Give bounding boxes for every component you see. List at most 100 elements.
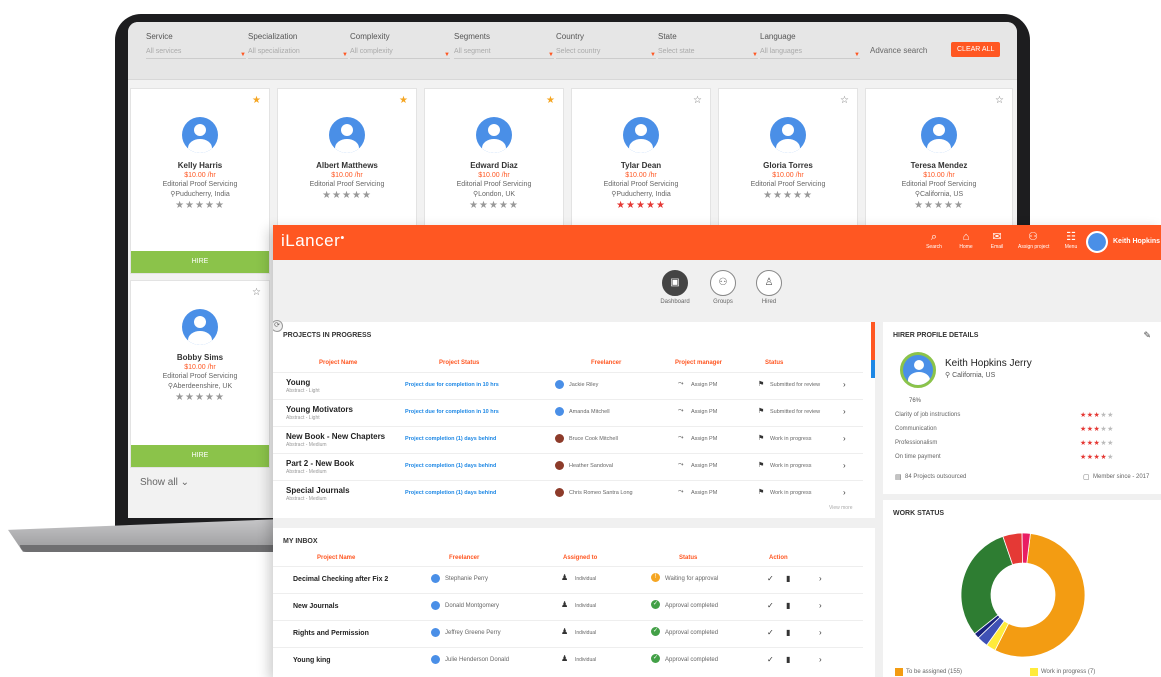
freelancer-card[interactable]: ★ Albert Matthews $10.00 /hr Editorial P…: [277, 88, 417, 228]
favorite-star-outline-icon[interactable]: ☆: [693, 95, 702, 106]
inbox-project-name[interactable]: Rights and Permission: [293, 630, 369, 637]
filter-segments[interactable]: Segments All segment ▼: [454, 32, 554, 59]
freelancer-card[interactable]: ☆ Tylar Dean $10.00 /hr Editorial Proof …: [571, 88, 711, 228]
hire-button[interactable]: HIRE: [131, 445, 269, 467]
inbox-project-name[interactable]: New Journals: [293, 603, 339, 610]
project-manager[interactable]: Assign PM: [691, 382, 717, 388]
project-manager[interactable]: Assign PM: [691, 409, 717, 415]
column-header[interactable]: Freelancer: [591, 360, 621, 366]
list-item[interactable]: Decimal Checking after Fix 2 Stephanie P…: [273, 566, 863, 592]
freelancer-card[interactable]: ☆ Gloria Torres $10.00 /hr Editorial Pro…: [718, 88, 858, 228]
project-name[interactable]: Special Journals: [286, 486, 350, 495]
freelancer-name[interactable]: Julie Henderson Donald: [445, 657, 509, 663]
filter-language[interactable]: Language All languages ▼: [760, 32, 860, 59]
edit-icon[interactable]: ✓: [767, 655, 774, 664]
freelancer-card[interactable]: ★ Kelly Harris $10.00 /hr Editorial Proo…: [130, 88, 270, 274]
table-row[interactable]: New Book - New Chapters Abstract - Mediu…: [273, 426, 863, 452]
column-header[interactable]: Status: [765, 360, 783, 366]
trash-icon[interactable]: ▮: [786, 655, 790, 664]
favorite-star-outline-icon[interactable]: ☆: [840, 95, 849, 106]
freelancer-name[interactable]: Stephanie Perry: [445, 576, 488, 582]
advance-search-link[interactable]: Advance search: [870, 46, 927, 55]
chevron-right-icon[interactable]: ›: [819, 601, 822, 610]
freelancer-name[interactable]: Donald Montgomery: [445, 603, 499, 609]
table-row[interactable]: Young Abstract - Light Project due for c…: [273, 372, 863, 398]
trash-icon[interactable]: ▮: [786, 601, 790, 610]
project-manager[interactable]: Assign PM: [691, 490, 717, 496]
project-name[interactable]: Young: [286, 378, 310, 387]
nav-menu[interactable]: ☷ Menu: [1056, 230, 1086, 250]
freelancer-name[interactable]: Chris Romeo Santra Long: [569, 490, 633, 496]
favorite-star-icon[interactable]: ★: [399, 95, 408, 106]
clear-all-button[interactable]: CLEAR ALL: [951, 42, 1001, 57]
column-header[interactable]: Project Name: [319, 360, 357, 366]
chevron-right-icon[interactable]: ›: [819, 655, 822, 664]
freelancer-name[interactable]: Amanda Mitchell: [569, 409, 610, 415]
nav-home[interactable]: ⌂ Home: [951, 230, 981, 250]
collapse-icon[interactable]: ⟳: [273, 320, 283, 332]
freelancer-card[interactable]: ☆ Teresa Mendez $10.00 /hr Editorial Pro…: [865, 88, 1013, 228]
column-header[interactable]: Freelancer: [449, 555, 479, 561]
project-manager[interactable]: Assign PM: [691, 436, 717, 442]
edit-icon[interactable]: ✓: [767, 574, 774, 583]
nav-email[interactable]: ✉ Email: [982, 230, 1012, 250]
subnav-hired[interactable]: ♙ Hired: [749, 270, 789, 305]
trash-icon[interactable]: ▮: [786, 574, 790, 583]
project-manager[interactable]: Assign PM: [691, 463, 717, 469]
chevron-right-icon[interactable]: ›: [843, 434, 846, 443]
inbox-project-name[interactable]: Decimal Checking after Fix 2: [293, 576, 388, 583]
freelancer-card[interactable]: ☆ Bobby Sims $10.00 /hr Editorial Proof …: [130, 280, 270, 468]
table-row[interactable]: Part 2 - New Book Abstract - Medium Proj…: [273, 453, 863, 479]
chevron-right-icon[interactable]: ›: [819, 628, 822, 637]
nav-assign-project[interactable]: ⚇ Assign project: [1018, 230, 1049, 250]
filter-specialization[interactable]: Specialization All specialization ▼: [248, 32, 348, 59]
chevron-right-icon[interactable]: ›: [843, 380, 846, 389]
donut-slice-4[interactable]: [960, 535, 1014, 635]
user-name[interactable]: Keith Hopkins: [1113, 238, 1160, 245]
chevron-right-icon[interactable]: ›: [843, 461, 846, 470]
table-row[interactable]: Special Journals Abstract - Medium Proje…: [273, 480, 863, 506]
inbox-project-name[interactable]: Young king: [293, 657, 331, 664]
column-header[interactable]: Project manager: [675, 360, 722, 366]
hire-button[interactable]: HIRE: [131, 251, 269, 273]
favorite-star-icon[interactable]: ★: [546, 95, 555, 106]
project-name[interactable]: Young Motivators: [286, 405, 353, 414]
subnav-groups[interactable]: ⚇ Groups: [703, 270, 743, 305]
column-header[interactable]: Action: [769, 555, 788, 561]
trash-icon[interactable]: ▮: [786, 628, 790, 637]
chevron-right-icon[interactable]: ›: [819, 574, 822, 583]
brand-logo[interactable]: iLancer●: [281, 231, 345, 251]
column-header[interactable]: Project Status: [439, 360, 479, 366]
project-name[interactable]: Part 2 - New Book: [286, 459, 354, 468]
list-item[interactable]: Rights and Permission Jeffrey Greene Per…: [273, 620, 863, 646]
list-item[interactable]: Young king Julie Henderson Donald ♟ Indi…: [273, 647, 863, 673]
table-row[interactable]: Young Motivators Abstract - Light Projec…: [273, 399, 863, 425]
favorite-star-outline-icon[interactable]: ☆: [995, 95, 1004, 106]
freelancer-name[interactable]: Heather Sandoval: [569, 463, 613, 469]
edit-icon[interactable]: ✓: [767, 601, 774, 610]
chevron-right-icon[interactable]: ›: [843, 407, 846, 416]
favorite-star-outline-icon[interactable]: ☆: [252, 287, 261, 298]
column-header[interactable]: Project Name: [317, 555, 355, 561]
column-header[interactable]: Assigned to: [563, 555, 597, 561]
filter-state[interactable]: State Select state ▼: [658, 32, 758, 59]
freelancer-name[interactable]: Jackie Riley: [569, 382, 598, 388]
nav-search[interactable]: ⌕ Search: [919, 230, 949, 250]
freelancer-name[interactable]: Bruce Cook Mitchell: [569, 436, 618, 442]
freelancer-card[interactable]: ★ Edward Diaz $10.00 /hr Editorial Proof…: [424, 88, 564, 228]
list-item[interactable]: New Journals Donald Montgomery ♟ Individ…: [273, 593, 863, 619]
freelancer-name[interactable]: Jeffrey Greene Perry: [445, 630, 501, 636]
show-all-dropdown[interactable]: Show all ⌄: [140, 477, 189, 488]
filter-country[interactable]: Country Select country ▼: [556, 32, 656, 59]
project-name[interactable]: New Book - New Chapters: [286, 432, 385, 441]
subnav-dashboard[interactable]: ▣ Dashboard: [655, 270, 695, 305]
filter-service[interactable]: Service All services ▼: [146, 32, 246, 59]
favorite-star-icon[interactable]: ★: [252, 95, 261, 106]
column-header[interactable]: Status: [679, 555, 697, 561]
view-more-link[interactable]: View more: [829, 505, 853, 511]
user-avatar[interactable]: [1086, 231, 1108, 253]
edit-pencil-icon[interactable]: ✎: [1143, 330, 1151, 341]
filter-complexity[interactable]: Complexity All complexity ▼: [350, 32, 450, 59]
edit-icon[interactable]: ✓: [767, 628, 774, 637]
chevron-right-icon[interactable]: ›: [843, 488, 846, 497]
